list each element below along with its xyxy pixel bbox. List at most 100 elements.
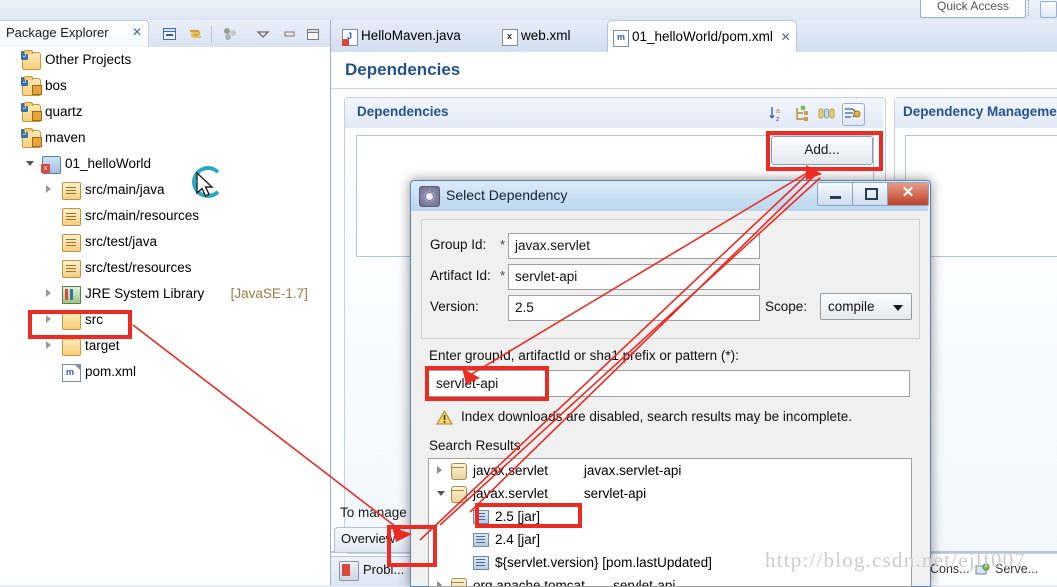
chevron-down-icon[interactable] (26, 161, 34, 166)
show-scope-columns-icon[interactable] (818, 105, 835, 122)
maximize-icon[interactable] (305, 27, 321, 41)
tree-item[interactable]: src/main/resources (0, 203, 329, 229)
tree-item[interactable]: src/main/java (0, 177, 329, 203)
tree-item-label: JRE System Library (85, 286, 205, 301)
overview-tab-highlight (387, 525, 437, 567)
filter-resolved-icon[interactable] (842, 103, 865, 126)
tree-item-label: bos (45, 78, 67, 93)
tree-item[interactable]: Jbos (0, 73, 329, 99)
artifact-id-field[interactable]: servlet-api (508, 264, 760, 290)
package-explorer-tab-label: Package Explorer (6, 25, 109, 40)
watermark-text: http://blog.csdn.net/ejlf007 (765, 548, 1027, 572)
search-result-row[interactable]: javax.servlet servlet-api (429, 482, 911, 505)
chevron-down-icon[interactable] (893, 305, 903, 311)
minimize-icon[interactable] (281, 27, 297, 41)
tree-item-suffix: [JavaSE-1.7] (230, 286, 308, 301)
search-result-group: ${servlet.version} [pom.lastUpdated] (495, 555, 712, 570)
search-results-label: Search Results: (429, 438, 525, 453)
footer-hint-text: To manage (340, 505, 407, 520)
chevron-right-icon[interactable] (46, 341, 51, 349)
show-hierarchy-icon[interactable] (793, 105, 810, 122)
editor-tab-label: 01_helloWorld/pom.xml (632, 29, 773, 44)
chevron-right-icon[interactable] (437, 466, 442, 474)
jar-icon (451, 578, 467, 586)
warning-icon (436, 409, 453, 425)
page-title: Dependencies (345, 60, 461, 79)
jar-icon (451, 463, 467, 480)
pom-file-icon (613, 30, 629, 47)
toolbar-separator (211, 26, 212, 42)
quick-access-input[interactable]: Quick Access (920, 0, 1026, 18)
chevron-down-icon[interactable] (437, 491, 445, 496)
source-folder-icon (62, 182, 81, 200)
search-prompt-label: Enter groupId, artifactId or sha1 prefix… (429, 348, 739, 363)
editor-tab-label: web.xml (521, 28, 571, 43)
editor-tab-pomxml[interactable]: 01_helloWorld/pom.xml ✕ (607, 20, 797, 52)
artifact-id-required-marker: * (500, 268, 506, 283)
tree-item[interactable]: src/test/java (0, 229, 329, 255)
link-with-editor-icon[interactable] (188, 27, 204, 41)
close-button[interactable]: ✕ (887, 182, 929, 206)
search-result-group: 2.4 [jar] (495, 532, 541, 547)
version-icon (473, 556, 489, 570)
chevron-right-icon[interactable] (46, 185, 51, 193)
close-icon[interactable]: ✕ (132, 25, 142, 39)
toolbar-overflow-handle[interactable] (1028, 0, 1037, 16)
search-result-row[interactable]: javax.servlet javax.servlet-api (429, 459, 911, 482)
view-menu-dots-icon[interactable] (222, 27, 238, 41)
java-project-icon: J (21, 76, 42, 96)
sort-alphabetical-icon[interactable]: az (768, 105, 785, 123)
tree-item[interactable]: pom.xml (0, 359, 329, 385)
jre-library-icon (62, 286, 81, 304)
warning-message: Index downloads are disabled, search res… (461, 409, 852, 424)
version-result-highlight (475, 503, 582, 528)
search-result-artifact: servlet-api (613, 578, 676, 587)
version-icon (473, 533, 489, 547)
svg-text:z: z (776, 116, 780, 122)
add-button-highlight (766, 131, 883, 171)
source-folder-icon (62, 260, 81, 278)
dependencies-section-title: Dependencies (357, 104, 449, 119)
tree-item[interactable]: src/test/resources (0, 255, 329, 281)
group-id-field[interactable]: javax.servlet (508, 233, 760, 259)
maximize-button[interactable] (852, 182, 889, 206)
tree-item-label: src/main/resources (85, 208, 200, 223)
tree-item-label: maven (45, 130, 86, 145)
tree-item[interactable]: J Other Projects (0, 47, 329, 73)
chevron-right-icon[interactable] (437, 581, 442, 586)
collapse-all-icon[interactable] (162, 27, 178, 41)
search-result-artifact: javax.servlet-api (583, 463, 682, 478)
group-id-required-marker: * (500, 237, 506, 252)
mouse-cursor-icon (195, 171, 221, 202)
tree-item[interactable]: JRE System Library [JavaSE-1.7] (0, 281, 329, 307)
scope-label: Scope: (765, 299, 808, 314)
editor-tab-label: HelloMaven.java (361, 28, 461, 43)
dialog-title-label: Select Dependency (446, 187, 568, 203)
search-result-artifact: servlet-api (583, 486, 647, 501)
tree-item-label: pom.xml (85, 364, 137, 379)
tree-item[interactable]: x 01_helloWorld (0, 151, 329, 177)
pom-xml-icon (62, 364, 81, 382)
search-result-group: javax.servlet (473, 463, 549, 478)
tree-item[interactable]: Jmaven (0, 125, 329, 151)
editor-tab-hellomaven[interactable]: HelloMaven.java (337, 20, 469, 52)
tree-item-label: quartz (45, 104, 83, 119)
minimize-button[interactable] (817, 182, 854, 206)
group-id-label: Group Id: (430, 237, 487, 252)
tree-item-label: 01_helloWorld (65, 156, 152, 171)
view-menu-icon[interactable] (255, 27, 271, 41)
editor-tab-webxml[interactable]: web.xml (497, 20, 579, 52)
close-icon[interactable]: ✕ (781, 30, 791, 44)
perspective-switch-button[interactable] (1040, 1, 1057, 18)
chevron-right-icon[interactable] (46, 289, 51, 297)
artifact-id-label: Artifact Id: (430, 268, 491, 283)
java-project-icon: J (21, 128, 42, 148)
tree-item-label: src/test/java (85, 234, 158, 249)
source-folder-icon (62, 208, 81, 226)
search-result-group: javax.servlet (473, 486, 549, 501)
tree-item-label: src/main/java (85, 182, 165, 197)
version-field[interactable]: 2.5 (508, 295, 760, 321)
java-file-icon (342, 29, 358, 46)
search-result-row[interactable]: org.apache.tomcat servlet-api (429, 574, 911, 587)
tree-item[interactable]: Jquartz (0, 99, 329, 125)
